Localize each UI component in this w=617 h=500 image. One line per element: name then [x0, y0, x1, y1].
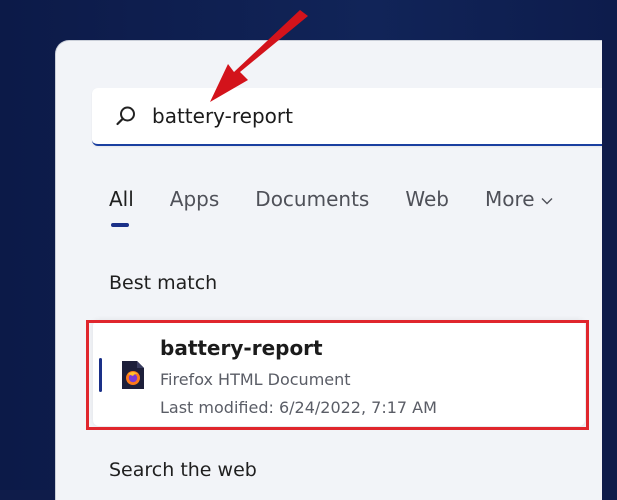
result-modified: Last modified: 6/24/2022, 7:17 AM	[160, 398, 437, 417]
search-the-web-heading: Search the web	[109, 459, 257, 481]
result-type: Firefox HTML Document	[160, 370, 351, 389]
firefox-html-file-icon	[120, 360, 146, 390]
search-box[interactable]	[92, 88, 617, 146]
tab-more-label: More	[484, 187, 535, 211]
selection-indicator	[99, 358, 102, 392]
start-search-panel: All Apps Documents Web More Best match b…	[55, 40, 617, 500]
best-match-heading: Best match	[109, 272, 218, 294]
window-edge	[602, 40, 617, 500]
result-name: battery-report	[160, 336, 323, 360]
search-filter-tabs: All Apps Documents Web More	[109, 187, 589, 227]
best-match-result[interactable]: battery-report Firefox HTML Document Las…	[93, 320, 585, 426]
search-icon	[114, 104, 138, 128]
tab-apps[interactable]: Apps	[170, 187, 220, 221]
tab-documents[interactable]: Documents	[255, 187, 369, 221]
search-input[interactable]	[152, 104, 552, 128]
tab-more[interactable]: More	[485, 187, 553, 221]
tab-all[interactable]: All	[109, 187, 134, 227]
tab-web[interactable]: Web	[405, 187, 449, 221]
chevron-down-icon	[541, 193, 553, 209]
